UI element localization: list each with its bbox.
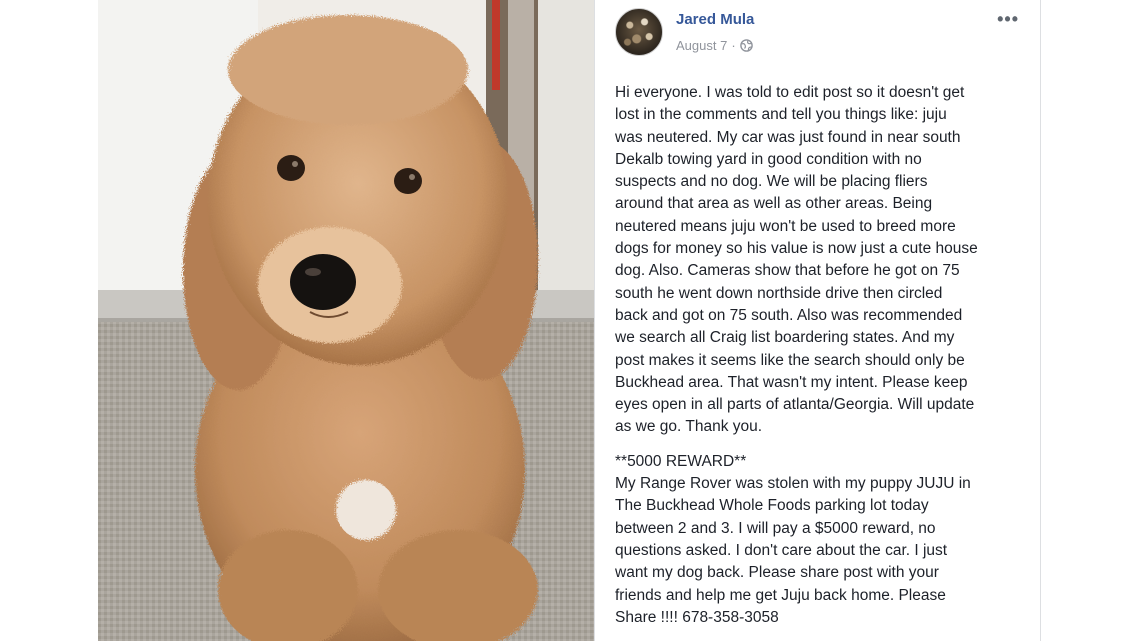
post-date-link[interactable]: August 7 bbox=[676, 38, 727, 53]
more-options-icon[interactable]: ••• bbox=[997, 9, 1019, 29]
globe-icon[interactable] bbox=[739, 39, 753, 52]
composite-image: Jared Mula August 7 · ••• Hi everyone. I… bbox=[0, 0, 1140, 641]
facebook-post: Jared Mula August 7 · ••• Hi everyone. I… bbox=[594, 0, 1041, 641]
post-body: Hi everyone. I was told to edit post so … bbox=[615, 82, 1025, 629]
dog-photo bbox=[98, 0, 594, 641]
post-meta: August 7 · bbox=[676, 38, 753, 53]
author-name-link[interactable]: Jared Mula bbox=[676, 11, 754, 28]
meta-separator: · bbox=[731, 38, 736, 53]
post-original-text: My Range Rover was stolen with my puppy … bbox=[615, 475, 971, 626]
author-avatar[interactable] bbox=[615, 8, 663, 56]
reward-heading: **5000 REWARD** bbox=[615, 452, 747, 470]
post-update-text: Hi everyone. I was told to edit post so … bbox=[615, 84, 978, 436]
